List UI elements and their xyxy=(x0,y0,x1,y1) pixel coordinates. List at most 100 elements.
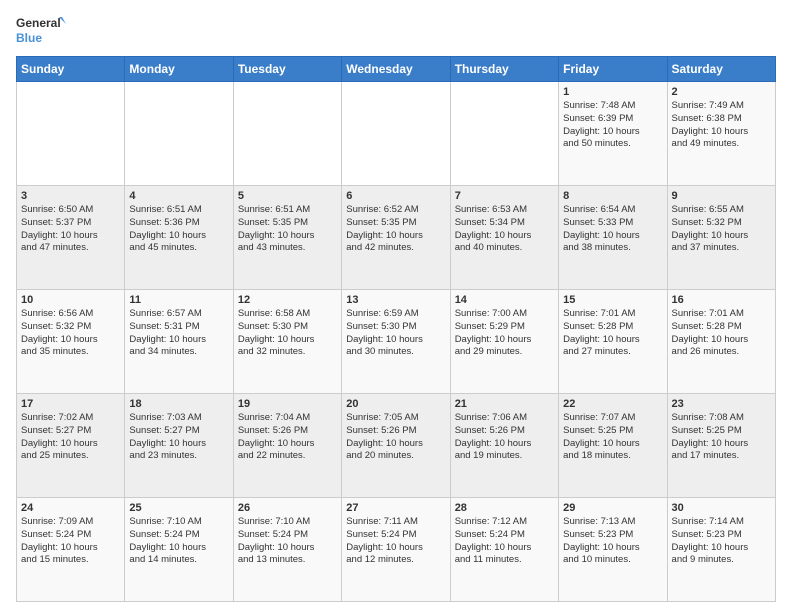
day-number: 15 xyxy=(563,294,662,306)
calendar-day-cell: 11 Sunrise: 6:57 AM Sunset: 5:31 PM Dayli… xyxy=(125,290,233,394)
calendar-day-cell: 8 Sunrise: 6:54 AM Sunset: 5:33 PM Daylig… xyxy=(559,186,667,290)
calendar-week-row: 24 Sunrise: 7:09 AM Sunset: 5:24 PM Dayli… xyxy=(17,498,776,602)
day-info: Sunrise: 7:13 AM Sunset: 5:23 PM Dayligh… xyxy=(563,516,662,567)
day-info: Sunrise: 7:02 AM Sunset: 5:27 PM Dayligh… xyxy=(21,412,120,463)
day-number: 5 xyxy=(238,190,337,202)
calendar-day-cell: 16 Sunrise: 7:01 AM Sunset: 5:28 PM Dayli… xyxy=(667,290,775,394)
calendar-day-cell: 3 Sunrise: 6:50 AM Sunset: 5:37 PM Daylig… xyxy=(17,186,125,290)
day-info: Sunrise: 7:01 AM Sunset: 5:28 PM Dayligh… xyxy=(672,308,771,359)
calendar-day-cell: 15 Sunrise: 7:01 AM Sunset: 5:28 PM Dayli… xyxy=(559,290,667,394)
calendar-day-cell: 5 Sunrise: 6:51 AM Sunset: 5:35 PM Daylig… xyxy=(233,186,341,290)
calendar-day-cell: 21 Sunrise: 7:06 AM Sunset: 5:26 PM Dayli… xyxy=(450,394,558,498)
calendar-day-cell: 13 Sunrise: 6:59 AM Sunset: 5:30 PM Dayli… xyxy=(342,290,450,394)
calendar-day-cell: 12 Sunrise: 6:58 AM Sunset: 5:30 PM Dayli… xyxy=(233,290,341,394)
calendar-day-cell: 25Sunrise: 7:10 AM Sunset: 5:24 PM Dayli… xyxy=(125,498,233,602)
calendar-day-cell: 6 Sunrise: 6:52 AM Sunset: 5:35 PM Daylig… xyxy=(342,186,450,290)
day-info: Sunrise: 7:48 AM Sunset: 6:39 PM Dayligh… xyxy=(563,100,662,151)
calendar-day-cell xyxy=(342,82,450,186)
calendar-day-cell: 29 Sunrise: 7:13 AM Sunset: 5:23 PM Dayli… xyxy=(559,498,667,602)
day-number: 20 xyxy=(346,398,445,410)
calendar-day-cell: 20 Sunrise: 7:05 AM Sunset: 5:26 PM Dayli… xyxy=(342,394,450,498)
day-number: 11 xyxy=(129,294,228,306)
day-info: Sunrise: 6:54 AM Sunset: 5:33 PM Dayligh… xyxy=(563,204,662,255)
calendar-day-header: Monday xyxy=(125,57,233,82)
day-number: 23 xyxy=(672,398,771,410)
day-info: Sunrise: 6:59 AM Sunset: 5:30 PM Dayligh… xyxy=(346,308,445,359)
day-info: Sunrise: 7:01 AM Sunset: 5:28 PM Dayligh… xyxy=(563,308,662,359)
calendar-day-cell: 17 Sunrise: 7:02 AM Sunset: 5:27 PM Dayli… xyxy=(17,394,125,498)
calendar-day-cell: 2 Sunrise: 7:49 AM Sunset: 6:38 PM Daylig… xyxy=(667,82,775,186)
calendar-week-row: 1 Sunrise: 7:48 AM Sunset: 6:39 PM Daylig… xyxy=(17,82,776,186)
calendar-day-cell: 4Sunrise: 6:51 AM Sunset: 5:36 PM Daylig… xyxy=(125,186,233,290)
day-number: 26 xyxy=(238,502,337,514)
day-info: Sunrise: 7:07 AM Sunset: 5:25 PM Dayligh… xyxy=(563,412,662,463)
day-number: 21 xyxy=(455,398,554,410)
calendar-day-cell: 1 Sunrise: 7:48 AM Sunset: 6:39 PM Daylig… xyxy=(559,82,667,186)
calendar-day-cell: 28 Sunrise: 7:12 AM Sunset: 5:24 PM Dayli… xyxy=(450,498,558,602)
calendar-day-cell: 27 Sunrise: 7:11 AM Sunset: 5:24 PM Dayli… xyxy=(342,498,450,602)
day-number: 6 xyxy=(346,190,445,202)
day-number: 3 xyxy=(21,190,120,202)
day-number: 22 xyxy=(563,398,662,410)
day-info: Sunrise: 6:56 AM Sunset: 5:32 PM Dayligh… xyxy=(21,308,120,359)
svg-text:General: General xyxy=(16,16,61,30)
calendar-day-cell: 24 Sunrise: 7:09 AM Sunset: 5:24 PM Dayli… xyxy=(17,498,125,602)
calendar-day-header: Thursday xyxy=(450,57,558,82)
day-number: 14 xyxy=(455,294,554,306)
day-number: 27 xyxy=(346,502,445,514)
day-info: Sunrise: 7:03 AM Sunset: 5:27 PM Dayligh… xyxy=(129,412,228,463)
logo-svg: General Blue xyxy=(16,12,66,48)
calendar-day-cell xyxy=(233,82,341,186)
svg-text:Blue: Blue xyxy=(16,31,42,45)
day-number: 9 xyxy=(672,190,771,202)
day-info: Sunrise: 6:57 AM Sunset: 5:31 PM Dayligh… xyxy=(129,308,228,359)
calendar-day-header: Saturday xyxy=(667,57,775,82)
calendar-week-row: 3 Sunrise: 6:50 AM Sunset: 5:37 PM Daylig… xyxy=(17,186,776,290)
calendar-week-row: 17 Sunrise: 7:02 AM Sunset: 5:27 PM Dayli… xyxy=(17,394,776,498)
day-info: Sunrise: 7:08 AM Sunset: 5:25 PM Dayligh… xyxy=(672,412,771,463)
day-info: Sunrise: 7:12 AM Sunset: 5:24 PM Dayligh… xyxy=(455,516,554,567)
calendar-header-row: SundayMondayTuesdayWednesdayThursdayFrid… xyxy=(17,57,776,82)
day-number: 25 xyxy=(129,502,228,514)
calendar-day-header: Wednesday xyxy=(342,57,450,82)
day-info: Sunrise: 6:58 AM Sunset: 5:30 PM Dayligh… xyxy=(238,308,337,359)
day-info: Sunrise: 7:04 AM Sunset: 5:26 PM Dayligh… xyxy=(238,412,337,463)
day-number: 2 xyxy=(672,86,771,98)
calendar-day-cell: 14 Sunrise: 7:00 AM Sunset: 5:29 PM Dayli… xyxy=(450,290,558,394)
day-number: 8 xyxy=(563,190,662,202)
day-number: 13 xyxy=(346,294,445,306)
day-number: 19 xyxy=(238,398,337,410)
day-number: 16 xyxy=(672,294,771,306)
calendar-day-cell: 26Sunrise: 7:10 AM Sunset: 5:24 PM Dayli… xyxy=(233,498,341,602)
calendar-week-row: 10 Sunrise: 6:56 AM Sunset: 5:32 PM Dayli… xyxy=(17,290,776,394)
day-number: 1 xyxy=(563,86,662,98)
day-info: Sunrise: 7:11 AM Sunset: 5:24 PM Dayligh… xyxy=(346,516,445,567)
day-number: 24 xyxy=(21,502,120,514)
day-info: Sunrise: 7:14 AM Sunset: 5:23 PM Dayligh… xyxy=(672,516,771,567)
calendar-day-cell xyxy=(17,82,125,186)
day-info: Sunrise: 6:53 AM Sunset: 5:34 PM Dayligh… xyxy=(455,204,554,255)
day-info: Sunrise: 7:05 AM Sunset: 5:26 PM Dayligh… xyxy=(346,412,445,463)
day-info: Sunrise: 6:50 AM Sunset: 5:37 PM Dayligh… xyxy=(21,204,120,255)
calendar-day-cell: 9 Sunrise: 6:55 AM Sunset: 5:32 PM Daylig… xyxy=(667,186,775,290)
day-info: Sunrise: 6:52 AM Sunset: 5:35 PM Dayligh… xyxy=(346,204,445,255)
day-info: Sunrise: 7:06 AM Sunset: 5:26 PM Dayligh… xyxy=(455,412,554,463)
day-info: Sunrise: 7:09 AM Sunset: 5:24 PM Dayligh… xyxy=(21,516,120,567)
calendar-day-header: Friday xyxy=(559,57,667,82)
calendar-day-cell xyxy=(125,82,233,186)
logo: General Blue xyxy=(16,12,66,48)
calendar-day-header: Tuesday xyxy=(233,57,341,82)
day-number: 12 xyxy=(238,294,337,306)
calendar-day-cell: 10 Sunrise: 6:56 AM Sunset: 5:32 PM Dayli… xyxy=(17,290,125,394)
day-number: 28 xyxy=(455,502,554,514)
day-number: 29 xyxy=(563,502,662,514)
day-info: Sunrise: 6:51 AM Sunset: 5:35 PM Dayligh… xyxy=(238,204,337,255)
day-info: Sunrise: 6:51 AM Sunset: 5:36 PM Dayligh… xyxy=(129,204,228,255)
day-info: Sunrise: 7:00 AM Sunset: 5:29 PM Dayligh… xyxy=(455,308,554,359)
day-number: 10 xyxy=(21,294,120,306)
day-number: 17 xyxy=(21,398,120,410)
calendar-day-cell: 30Sunrise: 7:14 AM Sunset: 5:23 PM Dayli… xyxy=(667,498,775,602)
day-info: Sunrise: 6:55 AM Sunset: 5:32 PM Dayligh… xyxy=(672,204,771,255)
calendar-day-header: Sunday xyxy=(17,57,125,82)
day-info: Sunrise: 7:49 AM Sunset: 6:38 PM Dayligh… xyxy=(672,100,771,151)
